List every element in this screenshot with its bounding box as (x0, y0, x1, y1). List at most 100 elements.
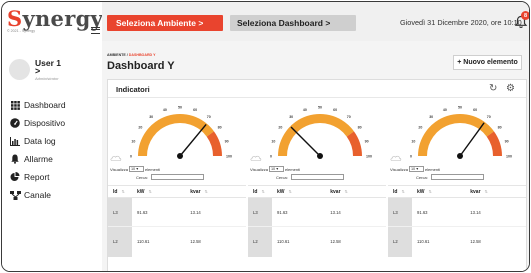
sidebar-item-data-log[interactable]: Data log (9, 135, 56, 147)
page-length-control: Visualizza 10 ▾ elementi (390, 166, 440, 172)
page-length-select[interactable]: 10 ▾ (408, 166, 424, 172)
panel-header: Indicatori ↻ ⚙ (108, 80, 526, 98)
table-cell: L3 (388, 197, 412, 227)
sidebar-item-allarme[interactable]: Allarme (9, 153, 53, 165)
table-cell: 13.14 (470, 209, 481, 215)
column-header[interactable]: kW ⇅ (272, 185, 326, 198)
table-cell: L3 (108, 197, 132, 227)
gauge-icon (9, 118, 21, 128)
gauge-tick-label: 30 (289, 115, 293, 119)
gauge-tick-label: 60 (193, 108, 197, 112)
gauge-tick-label: 10 (271, 139, 275, 143)
page-length-select[interactable]: 10 ▾ (268, 166, 284, 172)
gauge-widget: 0 10 20 30 40 50 60 70 80 90 100 Visualizza 10 ▾ elem… (108, 98, 248, 271)
sidebar-item-dispositivo[interactable]: Dispositivo (9, 117, 65, 129)
column-header[interactable]: kvar ⇅ (465, 185, 526, 198)
gauge-tick-label: 20 (278, 126, 282, 130)
data-table: Id ⇅ kW ⇅ kvar ⇅ L3 91.63 13.14 L2 110.61 12.58 (388, 185, 526, 257)
breadcrumb: AMBIENTE / DASHBOARD Y (107, 53, 156, 57)
app-window: Synergy © 2021 - Synergy User 1 > Admini… (1, 1, 530, 272)
sidebar-item-label: Allarme (24, 154, 53, 164)
gauge-tick-label: 40 (443, 108, 447, 112)
gauge-tick-label: 100 (366, 155, 372, 159)
datetime: Giovedì 31 Dicembre 2020, ore 10:10 (400, 18, 522, 27)
page-title: Dashboard Y (107, 60, 175, 72)
cloud-icon (250, 155, 262, 161)
gauge-tick-label: 30 (429, 115, 433, 119)
table-row[interactable]: L3 91.63 13.14 (108, 197, 246, 227)
table-row[interactable]: L3 91.63 13.14 (248, 197, 386, 227)
gauge-needle (290, 126, 321, 157)
gauge-tick-label: 50 (458, 106, 462, 110)
sidebar-item-report[interactable]: Report (9, 171, 50, 183)
grid-icon (9, 100, 21, 110)
table-header-row: Id ⇅ kW ⇅ kvar ⇅ (388, 185, 526, 198)
sidebar-item-canale[interactable]: Canale (9, 189, 51, 201)
search-input[interactable] (150, 174, 204, 180)
column-header-label: kW (137, 188, 145, 195)
table-cell: L2 (248, 226, 272, 257)
table-cell: L2 (388, 226, 412, 257)
network-icon (9, 190, 21, 200)
hamburger-menu-icon[interactable] (91, 27, 100, 34)
refresh-icon[interactable]: ↻ (489, 83, 497, 94)
sidebar-item-dashboard[interactable]: Dashboard (9, 99, 66, 111)
chart-icon (9, 136, 21, 146)
new-element-button[interactable]: + Nuovo elemento (453, 55, 522, 70)
table-row[interactable]: L3 91.63 13.14 (388, 197, 526, 227)
column-header-label: kvar (470, 188, 481, 195)
gauge-tick-label: 90 (365, 139, 369, 143)
gauge-tick-label: 20 (138, 126, 142, 130)
bell-icon (9, 154, 21, 164)
copyright: © 2021 - Synergy (7, 29, 36, 33)
column-header[interactable]: kW ⇅ (412, 185, 466, 198)
table-row[interactable]: L2 110.61 12.58 (248, 226, 386, 257)
search-label: Cerca: (416, 174, 428, 180)
search-input[interactable] (290, 174, 344, 180)
breadcrumb-root[interactable]: AMBIENTE (107, 53, 126, 57)
gauge-band-high (346, 131, 362, 156)
gauge-hub (177, 153, 183, 159)
column-header-label: kvar (190, 188, 201, 195)
avatar[interactable] (9, 59, 30, 80)
table-cell: 13.14 (330, 209, 341, 215)
user-menu-chevron-icon[interactable]: > (35, 66, 40, 76)
gauge-tick-label: 0 (270, 155, 272, 159)
sidebar-item-label: Data log (24, 136, 56, 146)
column-header[interactable]: Id ⇅ (388, 185, 412, 198)
indicators-panel: Indicatori ↻ ⚙ 0 10 20 30 40 50 60 70 80 90 100 Vis… (107, 79, 527, 271)
column-header[interactable]: kvar ⇅ (185, 185, 246, 198)
column-header[interactable]: kvar ⇅ (325, 185, 386, 198)
table-cell: L3 (248, 197, 272, 227)
topbar: Seleziona Ambiente > Seleziona Dashboard… (102, 2, 529, 41)
search-control: Cerca: (416, 174, 484, 180)
page-length-control: Visualizza 10 ▾ elementi (110, 166, 160, 172)
table-row[interactable]: L2 110.61 12.58 (108, 226, 246, 257)
page-length-control: Visualizza 10 ▾ elementi (250, 166, 300, 172)
column-header[interactable]: Id ⇅ (248, 185, 272, 198)
sidebar-item-label: Canale (24, 190, 51, 200)
table-row[interactable]: L2 110.61 12.58 (388, 226, 526, 257)
gauge-band-normal (418, 114, 494, 156)
gear-icon[interactable]: ⚙ (506, 83, 515, 94)
column-header[interactable]: Id ⇅ (108, 185, 132, 198)
page-length-label: Visualizza (390, 166, 408, 172)
gauge-tick-label: 80 (218, 126, 222, 130)
gauge-tick-label: 60 (333, 108, 337, 112)
search-input[interactable] (430, 174, 484, 180)
page-length-suffix: elementi (284, 166, 301, 172)
gauge-tick-label: 0 (410, 155, 412, 159)
gauge-chart: 0 10 20 30 40 50 60 70 80 90 100 (410, 106, 512, 159)
sidebar: Synergy © 2021 - Synergy User 1 > Admini… (2, 2, 103, 271)
page-length-select[interactable]: 10 ▾ (128, 166, 144, 172)
sidebar-item-label: Dashboard (24, 100, 66, 110)
page-length-label: Visualizza (250, 166, 268, 172)
select-ambiente-button[interactable]: Seleziona Ambiente > (107, 15, 223, 31)
gauge-tick-label: 70 (207, 115, 211, 119)
select-dashboard-button[interactable]: Seleziona Dashboard > (230, 15, 356, 31)
gauge-tick-label: 90 (225, 139, 229, 143)
table-cell: 91.63 (417, 209, 428, 215)
gauge-tick-label: 90 (505, 139, 509, 143)
column-header[interactable]: kW ⇅ (132, 185, 186, 198)
gauge-band-normal (278, 114, 354, 156)
